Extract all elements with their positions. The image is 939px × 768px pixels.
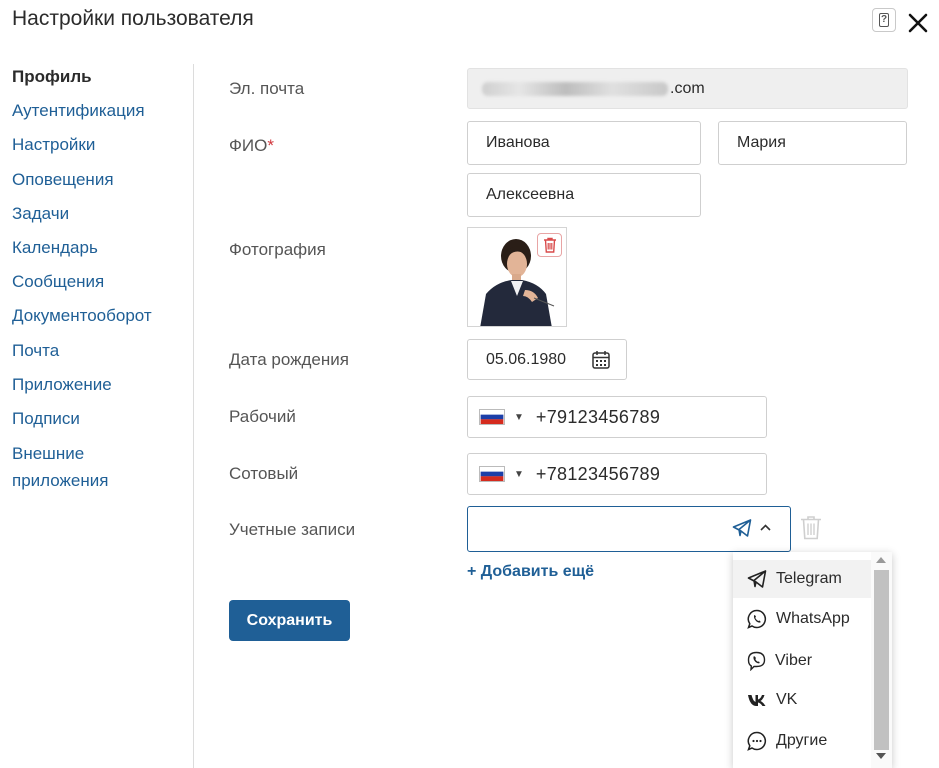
work-phone-value: +79123456789 [535, 406, 661, 427]
email-masked-text [482, 81, 668, 96]
sidebar-item-mail[interactable]: Почта [0, 336, 193, 370]
mobile-phone-value: +78123456789 [535, 463, 661, 484]
mobile-phone-input[interactable]: ▼ +78123456789 [467, 453, 767, 495]
save-button[interactable]: Сохранить [229, 600, 350, 641]
birth-date-label: Дата рождения [229, 350, 349, 369]
scroll-down-arrow-icon[interactable] [876, 753, 886, 759]
option-viber[interactable]: Viber [733, 642, 871, 680]
chat-icon [747, 731, 767, 751]
work-phone-input[interactable]: ▼ +79123456789 [467, 396, 767, 438]
add-more-link[interactable]: + Добавить ещё [467, 563, 594, 581]
email-domain-suffix: .com [670, 79, 705, 97]
country-caret-icon[interactable]: ▼ [514, 469, 524, 480]
country-caret-icon[interactable]: ▼ [514, 412, 524, 423]
delete-photo-button[interactable] [537, 233, 562, 257]
scroll-up-arrow-icon[interactable] [876, 557, 886, 563]
sidebar-nav: Профиль Аутентификация Настройки Оповеще… [0, 62, 193, 494]
whatsapp-icon [747, 609, 767, 629]
mobile-phone-label: Сотовый [229, 464, 299, 483]
sidebar-item-external-apps[interactable]: Внешние приложения [0, 440, 193, 494]
sidebar-item-profile[interactable]: Профиль [0, 62, 193, 96]
calendar-icon[interactable] [592, 350, 610, 369]
option-telegram[interactable]: Telegram [733, 560, 871, 598]
russia-flag-icon[interactable] [479, 466, 505, 482]
sidebar-item-tasks[interactable]: Задачи [0, 199, 193, 233]
close-icon[interactable] [906, 11, 930, 35]
sidebar-item-calendar[interactable]: Календарь [0, 233, 193, 267]
dropdown-scrollbar-thumb[interactable] [874, 570, 889, 750]
delete-account-icon[interactable] [800, 515, 822, 540]
email-field: .com [467, 68, 908, 109]
telegram-icon [747, 570, 767, 588]
sidebar-divider [193, 64, 194, 768]
last-name-input[interactable]: Иванова [467, 121, 701, 165]
sidebar-item-authentication[interactable]: Аутентификация [0, 96, 193, 130]
russia-flag-icon[interactable] [479, 409, 505, 425]
sidebar-item-label-line1: Внешние [12, 444, 85, 464]
name-label: ФИО* [229, 136, 274, 156]
option-whatsapp[interactable]: WhatsApp [733, 600, 871, 638]
sidebar-item-settings[interactable]: Настройки [0, 130, 193, 164]
sidebar-item-label-line2: приложения [12, 471, 109, 491]
trash-icon [543, 237, 556, 253]
name-label-text: ФИО [229, 136, 268, 155]
sidebar-item-application[interactable]: Приложение [0, 370, 193, 404]
option-vk[interactable]: VK [733, 681, 871, 719]
first-name-input[interactable]: Мария [718, 121, 907, 165]
help-icon: ? [879, 13, 889, 27]
sidebar-item-notifications[interactable]: Оповещения [0, 165, 193, 199]
sidebar-item-documents[interactable]: Документооборот [0, 301, 193, 335]
option-label: Другие [776, 732, 828, 749]
sidebar-item-signatures[interactable]: Подписи [0, 404, 193, 438]
option-label: VK [776, 691, 798, 708]
option-label: Telegram [776, 570, 842, 587]
option-label: WhatsApp [776, 610, 850, 627]
work-phone-label: Рабочий [229, 407, 296, 426]
birth-date-value: 05.06.1980 [486, 350, 567, 368]
sidebar-item-messages[interactable]: Сообщения [0, 267, 193, 301]
vk-icon [748, 695, 766, 706]
middle-name-input[interactable]: Алексеевна [467, 173, 701, 217]
dialog-title: Настройки пользователя [12, 7, 254, 30]
messenger-dropdown: Telegram WhatsApp Viber VK Другие [733, 552, 892, 768]
telegram-icon [732, 519, 752, 537]
photo-label: Фотография [229, 240, 326, 259]
accounts-select[interactable] [467, 506, 791, 552]
viber-icon [747, 651, 766, 671]
email-label: Эл. почта [229, 79, 305, 98]
required-mark: * [267, 136, 274, 155]
chevron-up-icon[interactable] [760, 524, 771, 531]
option-other[interactable]: Другие [733, 722, 871, 760]
accounts-label: Учетные записи [229, 520, 356, 539]
birth-date-input[interactable]: 05.06.1980 [467, 339, 627, 380]
help-button[interactable]: ? [872, 8, 896, 32]
option-label: Viber [775, 652, 813, 669]
